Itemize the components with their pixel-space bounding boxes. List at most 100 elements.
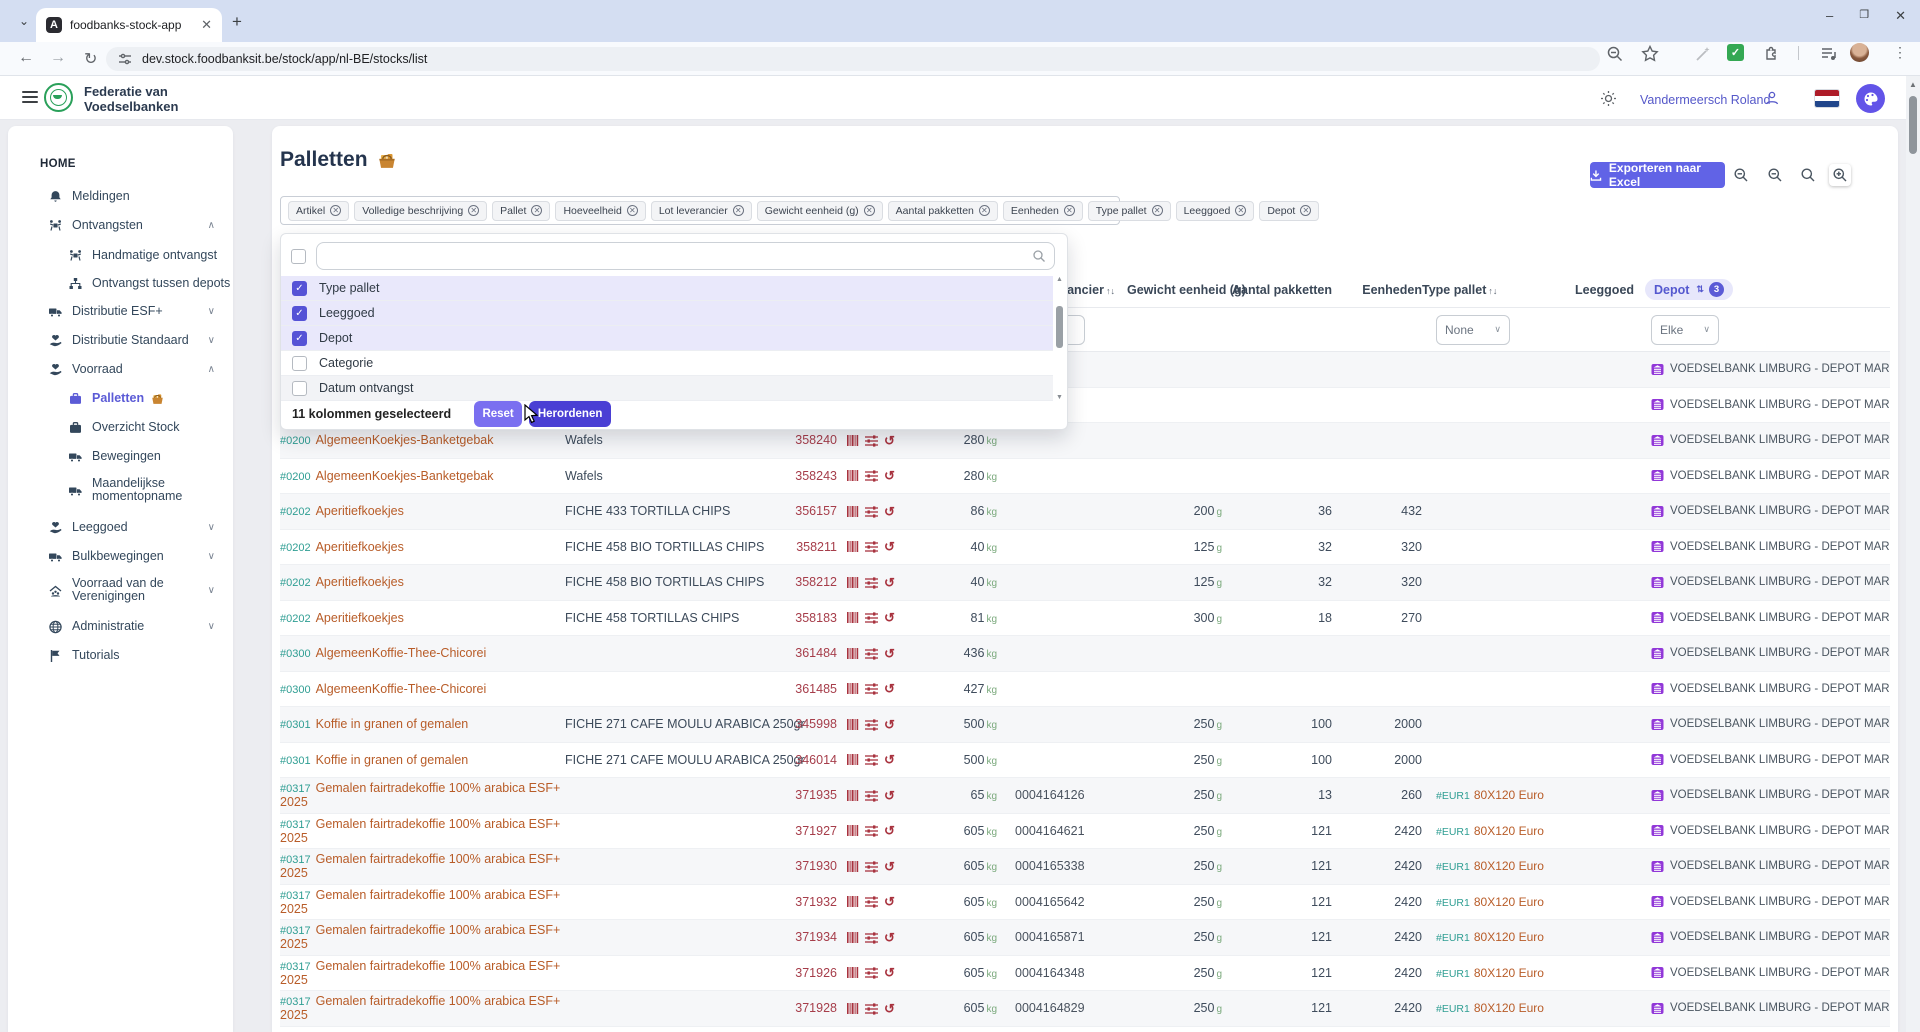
table-row[interactable]: #0300AlgemeenKoffie-Thee-Chicorei361485↺… bbox=[280, 672, 1890, 708]
close-button[interactable]: ✕ bbox=[1895, 8, 1906, 24]
page-scrollbar[interactable]: ▲ bbox=[1906, 76, 1920, 1032]
barcode-icon[interactable] bbox=[847, 647, 859, 660]
sidebar-item-meldingen[interactable]: Meldingen bbox=[8, 182, 233, 210]
zoom-out-secondary-icon[interactable] bbox=[1764, 164, 1786, 186]
sliders-icon[interactable] bbox=[865, 540, 878, 553]
history-icon[interactable]: ↺ bbox=[884, 860, 895, 873]
filter-chip-eenheden[interactable]: Eenheden✕ bbox=[1003, 201, 1083, 221]
sliders-icon[interactable] bbox=[865, 753, 878, 766]
history-icon[interactable]: ↺ bbox=[884, 789, 895, 802]
chip-remove-icon[interactable]: ✕ bbox=[1235, 205, 1246, 216]
chip-remove-icon[interactable]: ✕ bbox=[531, 205, 542, 216]
chip-remove-icon[interactable]: ✕ bbox=[733, 205, 744, 216]
user-menu[interactable]: Vandermeersch Roland bbox=[1640, 93, 1770, 107]
sidebar-item-handmatige-ontvangst[interactable]: Handmatige ontvangst bbox=[8, 241, 233, 269]
minimize-button[interactable]: – bbox=[1826, 8, 1833, 24]
history-icon[interactable]: ↺ bbox=[884, 576, 895, 589]
column-option-depot[interactable]: ✓Depot bbox=[281, 326, 1053, 351]
chip-remove-icon[interactable]: ✕ bbox=[627, 205, 638, 216]
dropdown-scrollbar[interactable]: ▲▼ bbox=[1054, 276, 1065, 401]
sidebar-item-tutorials[interactable]: Tutorials bbox=[8, 641, 233, 669]
back-button[interactable]: ← bbox=[18, 49, 34, 67]
export-excel-button[interactable]: Exporteren naar Excel bbox=[1590, 162, 1725, 188]
barcode-icon[interactable] bbox=[847, 931, 859, 944]
history-icon[interactable]: ↺ bbox=[884, 505, 895, 518]
table-row[interactable]: #0200AlgemeenKoekjes-BanketgebakWafels35… bbox=[280, 459, 1890, 495]
history-icon[interactable]: ↺ bbox=[884, 824, 895, 837]
barcode-icon[interactable] bbox=[847, 434, 859, 447]
table-row[interactable]: #0202AperitiefkoekjesFICHE 458 BIO TORTI… bbox=[280, 530, 1890, 566]
chip-remove-icon[interactable]: ✕ bbox=[330, 205, 341, 216]
barcode-icon[interactable] bbox=[847, 1002, 859, 1015]
maximize-button[interactable]: ❐ bbox=[1859, 8, 1869, 24]
person-icon[interactable] bbox=[1764, 90, 1780, 106]
barcode-icon[interactable] bbox=[847, 860, 859, 873]
column-option-datum-ontvangst[interactable]: Datum ontvangst bbox=[281, 376, 1053, 401]
site-settings-icon[interactable] bbox=[118, 52, 132, 66]
history-icon[interactable]: ↺ bbox=[884, 718, 895, 731]
sliders-icon[interactable] bbox=[865, 505, 878, 518]
checkbox[interactable]: ✓ bbox=[292, 331, 307, 346]
select-all-checkbox[interactable] bbox=[291, 249, 306, 264]
sidebar-item-voorraad[interactable]: Voorraad∧ bbox=[8, 355, 233, 383]
checkbox[interactable]: ✓ bbox=[292, 306, 307, 321]
column-option-categorie[interactable]: Categorie bbox=[281, 351, 1053, 376]
scrollbar-thumb[interactable] bbox=[1909, 96, 1917, 154]
barcode-icon[interactable] bbox=[847, 895, 859, 908]
barcode-icon[interactable] bbox=[847, 576, 859, 589]
sliders-icon[interactable] bbox=[865, 931, 878, 944]
table-row[interactable]: #0202AperitiefkoekjesFICHE 458 TORTILLAS… bbox=[280, 601, 1890, 637]
zoom-out-icon[interactable] bbox=[1730, 164, 1752, 186]
extension-check-icon[interactable]: ✓ bbox=[1727, 44, 1744, 61]
dropdown-scrollbar-thumb[interactable] bbox=[1056, 306, 1063, 348]
theme-palette-button[interactable] bbox=[1856, 84, 1885, 113]
table-row[interactable]: #0317Gemalen fairtradekoffie 100% arabic… bbox=[280, 956, 1890, 992]
sliders-icon[interactable] bbox=[865, 824, 878, 837]
browser-tab[interactable]: A foodbanks-stock-app ✕ bbox=[36, 8, 222, 42]
filter-chip-depot[interactable]: Depot✕ bbox=[1259, 201, 1319, 221]
chip-remove-icon[interactable]: ✕ bbox=[468, 205, 479, 216]
filter-chip-pallet[interactable]: Pallet✕ bbox=[492, 201, 550, 221]
sidebar-item-maandelijkse-momentopname[interactable]: Maandelijkse momentopname bbox=[8, 476, 233, 504]
sliders-icon[interactable] bbox=[865, 966, 878, 979]
barcode-icon[interactable] bbox=[847, 789, 859, 802]
filter-chip-lot-leverancier[interactable]: Lot leverancier✕ bbox=[651, 201, 752, 221]
filter-depot-select[interactable]: Elke∨ bbox=[1651, 315, 1719, 345]
sidebar-item-overzicht-stock[interactable]: Overzicht Stock bbox=[8, 413, 233, 441]
column-option-type-pallet[interactable]: ✓Type pallet bbox=[281, 276, 1053, 301]
table-row[interactable]: #0317Gemalen fairtradekoffie 100% arabic… bbox=[280, 885, 1890, 921]
filter-chip-artikel[interactable]: Artikel✕ bbox=[288, 201, 349, 221]
column-header-depot[interactable]: Depot⇅3 bbox=[1637, 279, 1890, 300]
table-row[interactable]: #0317Gemalen fairtradekoffie 100% arabic… bbox=[280, 920, 1890, 956]
sidebar-item-ontvangst-tussen-depots[interactable]: Ontvangst tussen depots bbox=[8, 269, 233, 297]
sidebar-item-palletten[interactable]: Palletten bbox=[8, 384, 233, 412]
history-icon[interactable]: ↺ bbox=[884, 1002, 895, 1015]
history-icon[interactable]: ↺ bbox=[884, 469, 895, 482]
sliders-icon[interactable] bbox=[865, 789, 878, 802]
history-icon[interactable]: ↺ bbox=[884, 540, 895, 553]
chip-remove-icon[interactable]: ✕ bbox=[864, 205, 875, 216]
history-icon[interactable]: ↺ bbox=[884, 434, 895, 447]
forward-button[interactable]: → bbox=[50, 49, 66, 67]
reorder-button[interactable]: Herordenen bbox=[529, 401, 611, 427]
history-icon[interactable]: ↺ bbox=[884, 611, 895, 624]
chip-remove-icon[interactable]: ✕ bbox=[1152, 205, 1163, 216]
browser-menu-icon[interactable]: ⋮ bbox=[1893, 44, 1907, 61]
table-row[interactable]: #0317Gemalen fairtradekoffie 100% arabic… bbox=[280, 778, 1890, 814]
sliders-icon[interactable] bbox=[865, 434, 878, 447]
sliders-icon[interactable] bbox=[865, 611, 878, 624]
history-icon[interactable]: ↺ bbox=[884, 931, 895, 944]
theme-sun-icon[interactable] bbox=[1600, 90, 1617, 107]
barcode-icon[interactable] bbox=[847, 824, 859, 837]
checkbox[interactable] bbox=[292, 356, 307, 371]
browser-profile-avatar[interactable] bbox=[1850, 43, 1869, 62]
table-row[interactable]: #0202AperitiefkoekjesFICHE 458 BIO TORTI… bbox=[280, 565, 1890, 601]
sidebar-item-distributie-standaard[interactable]: Distributie Standaard∨ bbox=[8, 326, 233, 354]
tab-close-icon[interactable]: ✕ bbox=[201, 17, 212, 33]
language-flag-nl[interactable] bbox=[1815, 90, 1839, 107]
history-icon[interactable]: ↺ bbox=[884, 753, 895, 766]
history-icon[interactable]: ↺ bbox=[884, 647, 895, 660]
history-icon[interactable]: ↺ bbox=[884, 682, 895, 695]
barcode-icon[interactable] bbox=[847, 611, 859, 624]
sidebar-item-ontvangsten[interactable]: Ontvangsten∧ bbox=[8, 211, 233, 239]
